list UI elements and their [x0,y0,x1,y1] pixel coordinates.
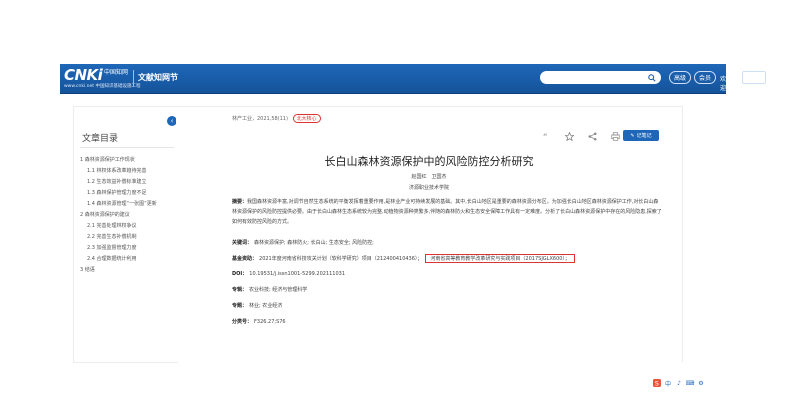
abstract: 摘要：我国森林资源丰富,对调节自然生态系统的平衡发挥着重要作用,是林业产业可持续… [232,197,662,227]
member-button[interactable]: 会员 [694,71,716,84]
doi-row: DOI： 10.19531/j.issn1001-5299.202111031 [232,270,345,277]
classification-value: F326.27;S76 [254,319,286,325]
toc-list: 1 森林资源保护工作现状 1.1 林权体系改革趋待完善 1.2 生态效益补偿标准… [80,155,176,276]
quote-icon[interactable]: “ [541,131,551,141]
sogou-s-icon[interactable]: S [653,379,661,387]
fund-label: 基金资助： [232,256,258,262]
category-row: 专辑： 农业科技; 经济与管理科学 [232,286,307,293]
toc-item[interactable]: 2.2 完善生态补偿机制 [80,232,176,243]
article-title: 长白山森林资源保护中的风险防控分析研究 [324,155,534,168]
keywords-label: 关键词： [232,240,253,246]
search-input[interactable] [540,71,650,84]
toc-item[interactable]: 2.3 加强监督管理力度 [80,243,176,254]
logo-text: CNKi [64,66,103,84]
subject-value: 林业; 农业经济 [249,303,283,309]
article-authors[interactable]: 赵国红 卫国杰 [176,173,682,180]
login-button[interactable]: 登录 [742,71,766,84]
toc-item[interactable]: 2 森林资源保护的建议 [80,210,176,221]
search-icon [648,73,656,82]
share-icon[interactable] [587,131,597,141]
toc-item[interactable]: 1.2 生态效益补偿标准建立 [80,177,176,188]
article-panel: 林产工业，2021,58(11) 北大核心 “ ✎ 记笔记 长白山森林资源保护中… [176,106,683,362]
greeting-text: 欢迎 [720,76,727,92]
core-journal-badge: 北大核心 [292,114,321,123]
journal-source[interactable]: 林产工业，2021,58(11) [232,116,288,122]
subject-label: 专题： [232,303,248,309]
svg-text:S: S [655,380,659,387]
fund-value[interactable]: 2021年度河南省科技攻关计划（软科学研究）项目（212400410436）； [259,256,422,262]
keywords-value[interactable]: 森林资源保护; 森林防火; 长白山; 生态安全; 风险防控; [254,240,374,246]
article-organization[interactable]: 济源职业技术学院 [176,184,682,191]
ime-toolbar: S 中 ♪ ⌨ ⚙ [653,378,705,388]
ime-punct-icon[interactable]: ♪ [675,379,683,387]
fund-row: 基金资助： 2021年度河南省科技攻关计划（软科学研究）项目（2124004104… [232,254,575,263]
cnki-logo[interactable]: CNKi 中国知网 www.cnki.net 中国知识基础设施工程 [64,66,141,90]
toc-item[interactable]: 1.3 森林保护管理力度不足 [80,188,176,199]
print-icon[interactable] [610,131,620,141]
logo-tagline: www.cnki.net 中国知识基础设施工程 [64,84,141,89]
svg-text:“: “ [542,133,547,141]
pencil-icon: ✎ [630,132,635,139]
take-note-button[interactable]: ✎ 记笔记 [623,130,659,141]
toc-item[interactable]: 1.4 森林资源管理“一张图”更新 [80,199,176,210]
ime-settings-icon[interactable]: ⚙ [697,379,705,387]
site-name: 文献知网节 [138,73,178,82]
toc-item[interactable]: 1.1 林权体系改革趋待完善 [80,166,176,177]
star-icon[interactable] [564,131,574,141]
toc-item[interactable]: 2.1 完善处理林权争议 [80,221,176,232]
doi-label: DOI： [232,271,248,277]
toc-title: 文章目录 [82,134,119,144]
category-value: 农业科技; 经济与管理科学 [249,287,308,293]
toc-sidebar: ‹ 文章目录 1 森林资源保护工作现状 1.1 林权体系改革趋待完善 1.2 生… [73,106,178,363]
subject-row: 专题： 林业; 农业经济 [232,302,282,309]
fund-highlight[interactable]: 河南省高等教育教学改革研究与实践项目（2017SJGLX600）； [425,254,575,263]
toc-item[interactable]: 1 森林资源保护工作现状 [80,155,176,166]
abstract-text: 我国森林资源丰富,对调节自然生态系统的平衡发挥着重要作用,是林业产业可持续发展的… [232,199,662,225]
classification-label: 分类号： [232,319,253,325]
journal-meta: 林产工业，2021,58(11) 北大核心 [232,114,321,123]
ime-chinese-mode[interactable]: 中 [664,379,672,388]
doi-value[interactable]: 10.19531/j.issn1001-5299.202111031 [249,271,345,277]
header-divider [133,70,134,86]
login-label: 登录 [747,75,760,82]
keywords-row: 关键词： 森林资源保护; 森林防火; 长白山; 生态安全; 风险防控; [232,239,374,246]
top-header: CNKi 中国知网 www.cnki.net 中国知识基础设施工程 文献知网节 … [60,64,766,94]
divider [80,147,174,148]
category-label: 专辑： [232,287,248,293]
ime-keyboard-icon[interactable]: ⌨ [686,379,695,387]
classification-row: 分类号： F326.27;S76 [232,318,286,325]
toc-item[interactable]: 3 结语 [80,265,176,276]
advanced-search-button[interactable]: 高级 [669,71,691,84]
logo-cn: 中国知网 [104,69,129,76]
toc-item[interactable]: 2.4 合理数据统计利用 [80,254,176,265]
abstract-label: 摘要： [232,199,248,205]
take-note-label: 记笔记 [636,133,652,139]
search-button[interactable] [643,71,661,84]
